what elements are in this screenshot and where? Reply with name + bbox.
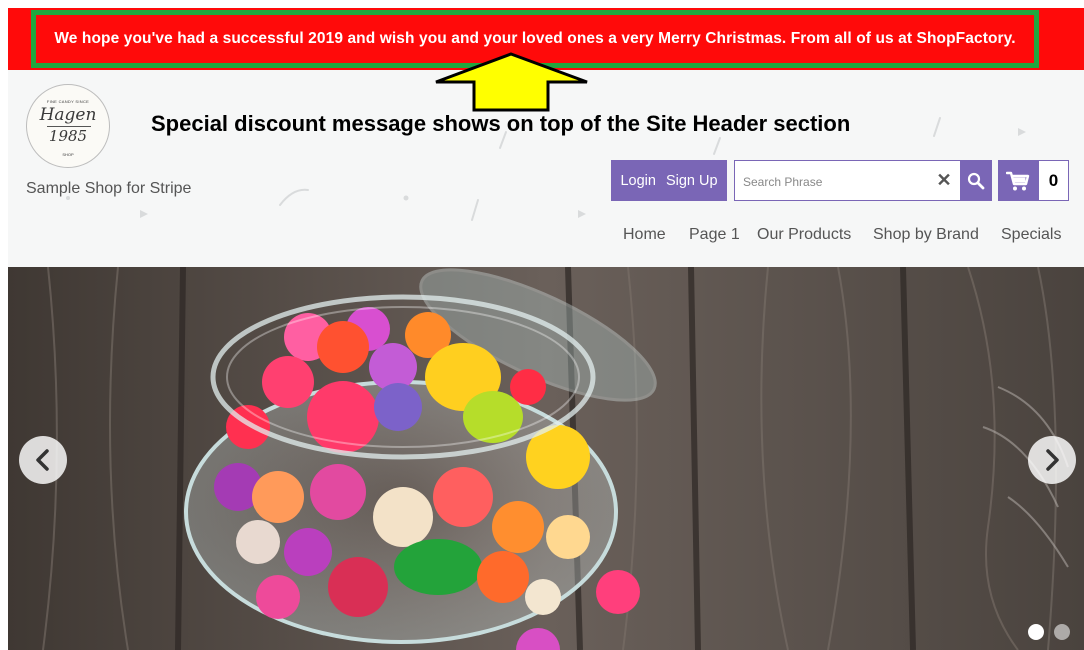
- nav-item-shop-by-brand[interactable]: Shop by Brand: [873, 226, 979, 244]
- nav-item-page-1[interactable]: Page 1: [689, 226, 740, 244]
- hero-image: [8, 267, 1084, 650]
- login-link[interactable]: Login: [620, 173, 655, 189]
- shop-logo[interactable]: FINE CANDY SINCE Hagen 1985 SHOP: [26, 84, 110, 168]
- up-arrow-icon: [435, 52, 588, 112]
- slider-prev-button[interactable]: [19, 436, 67, 484]
- logo-year: 1985: [48, 127, 88, 145]
- search-button[interactable]: [960, 160, 992, 201]
- nav-item-home[interactable]: Home: [623, 226, 666, 244]
- signup-link[interactable]: Sign Up: [666, 173, 718, 189]
- search-icon: [967, 172, 985, 189]
- slider-dot-1[interactable]: [1028, 624, 1044, 640]
- hero-slider: [8, 267, 1084, 650]
- nav-item-our-products[interactable]: Our Products: [757, 226, 851, 244]
- main-nav: Home Page 1 Our Products Shop by Brand S…: [0, 226, 1084, 246]
- nav-item-specials[interactable]: Specials: [1001, 226, 1061, 244]
- search-box: ✕: [734, 160, 992, 201]
- chevron-left-icon: [36, 449, 49, 471]
- close-icon: ✕: [936, 170, 952, 190]
- clear-search-button[interactable]: ✕: [933, 169, 955, 191]
- chevron-right-icon: [1046, 449, 1059, 471]
- logo-tagline: FINE CANDY SINCE: [46, 99, 90, 104]
- annotation-caption: Special discount message shows on top of…: [151, 111, 851, 136]
- cart-button[interactable]: [998, 160, 1038, 201]
- cart-count[interactable]: 0: [1038, 160, 1069, 201]
- shop-name: Sample Shop for Stripe: [26, 180, 192, 197]
- search-input[interactable]: [741, 171, 925, 193]
- logo-name: Hagen: [39, 105, 97, 125]
- slider-next-button[interactable]: [1028, 436, 1076, 484]
- cart-icon: [1006, 171, 1030, 190]
- slider-dot-2[interactable]: [1054, 624, 1070, 640]
- account-box: Login Sign Up: [611, 160, 727, 201]
- logo-footer-text: SHOP: [62, 152, 74, 157]
